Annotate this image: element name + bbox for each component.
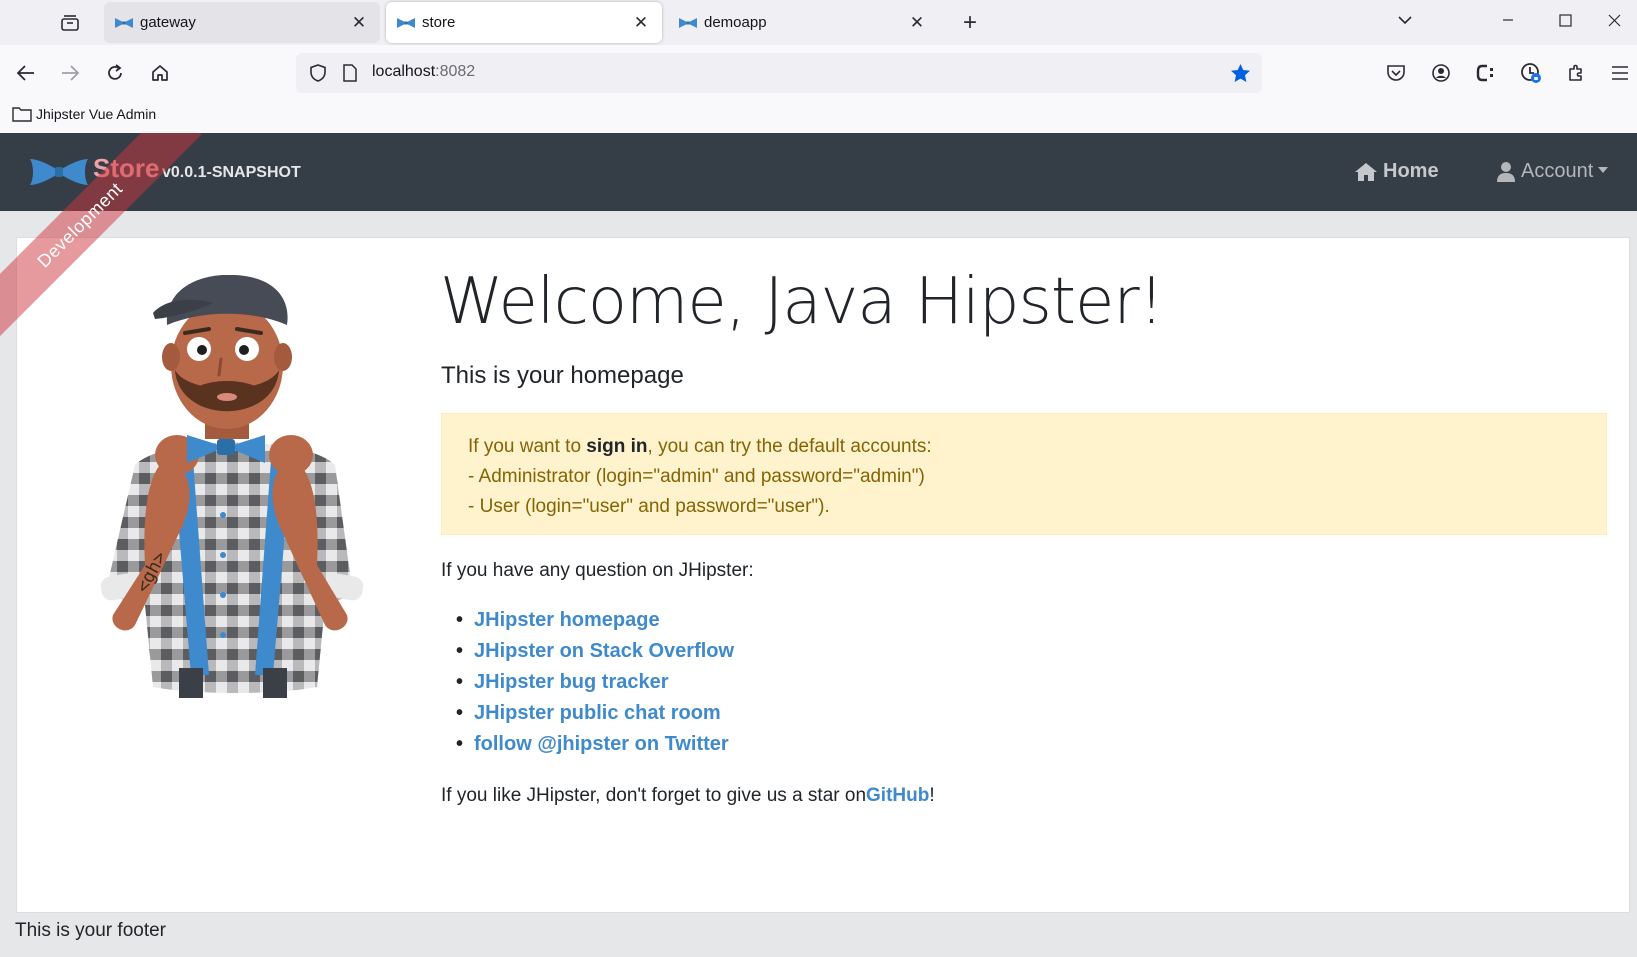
bookmarks-toolbar: Jhipster Vue Admin [0, 101, 1637, 133]
caret-down-icon [1598, 166, 1609, 173]
c-extension-icon [1476, 64, 1493, 82]
close-icon [1608, 14, 1620, 26]
page-footer: This is your footer [15, 920, 166, 941]
nav-home-label: Home [1383, 160, 1439, 182]
list-item: JHipster on Stack Overflow [474, 636, 734, 667]
url-host: localhost [372, 63, 436, 80]
account-circle-icon [1432, 64, 1450, 82]
alert-line-3: - User (login="user" and password="user"… [468, 496, 830, 517]
tab-title: store [422, 14, 456, 31]
url-bar[interactable]: localhost:8082 [296, 53, 1262, 93]
jhipster-logo[interactable] [28, 155, 90, 189]
close-window-button[interactable] [1591, 0, 1637, 40]
close-tab-icon[interactable]: ✕ [906, 12, 928, 34]
question-text: If you have any question on JHipster: [441, 560, 754, 581]
url-text: localhost:8082 [372, 63, 475, 81]
bug-tracker-link[interactable]: JHipster bug tracker [474, 671, 669, 694]
page-icon [343, 64, 357, 82]
nav-account-dropdown[interactable]: Account [1497, 160, 1609, 183]
star-pre: If you like JHipster, don't forget to gi… [441, 785, 867, 806]
list-item: follow @jhipster on Twitter [474, 729, 734, 760]
jhipster-bowtie-icon [115, 17, 133, 28]
plus-icon: + [962, 9, 977, 36]
pocket-button[interactable] [1380, 57, 1412, 89]
brand-title[interactable]: Store [93, 153, 159, 184]
tab-list-button[interactable] [52, 8, 88, 38]
pocket-icon [1387, 65, 1405, 81]
star-post: ! [929, 785, 935, 806]
jhipster-homepage-link[interactable]: JHipster homepage [474, 609, 660, 632]
home-icon [1355, 162, 1377, 181]
reload-button[interactable] [99, 57, 131, 89]
default-accounts-alert: If you want to sign in, you can try the … [441, 413, 1607, 535]
twitter-link[interactable]: follow @jhipster on Twitter [474, 733, 729, 756]
new-tab-button[interactable]: + [955, 8, 985, 38]
url-port: :8082 [435, 63, 476, 80]
chevron-down-icon [1398, 16, 1412, 25]
reload-icon [108, 64, 122, 80]
jhipster-bowtie-icon [397, 17, 415, 28]
page-title: Welcome, Java Hipster! [440, 265, 1164, 339]
tab-title: demoapp [704, 14, 767, 31]
arrow-left-icon [16, 65, 34, 81]
alert-pre: If you want to [468, 436, 587, 457]
tab-title: gateway [140, 14, 196, 31]
bookmark-folder[interactable]: Jhipster Vue Admin [12, 106, 156, 122]
browser-tab-bar: gateway ✕ store ✕ demoapp ✕ + [0, 0, 1637, 45]
browser-toolbar: localhost:8082 [0, 45, 1637, 101]
tab-store[interactable]: store ✕ [386, 2, 662, 43]
hamburger-icon [1612, 66, 1628, 80]
puzzle-icon [1569, 64, 1582, 81]
home-button[interactable] [144, 57, 176, 89]
nav-home-link[interactable]: Home [1354, 160, 1439, 183]
github-link[interactable]: GitHub [866, 785, 929, 806]
maximize-icon [1558, 13, 1572, 27]
home-icon [152, 65, 168, 81]
menu-button[interactable] [1604, 57, 1636, 89]
stack-overflow-link[interactable]: JHipster on Stack Overflow [474, 640, 734, 663]
vpn-extension-icon [1521, 63, 1541, 83]
alert-post: , you can try the default accounts: [647, 436, 932, 457]
chat-room-link[interactable]: JHipster public chat room [474, 702, 721, 725]
close-tab-icon[interactable]: ✕ [348, 12, 370, 34]
alert-line-2: - Administrator (login="admin" and passw… [468, 466, 925, 487]
list-item: JHipster public chat room [474, 698, 734, 729]
app-navbar: Store v0.0.1-SNAPSHOT Home Account [0, 133, 1637, 211]
sign-in-text: sign in [586, 436, 648, 457]
extension-vpn-button[interactable] [1515, 57, 1547, 89]
user-icon [1497, 161, 1515, 182]
bookmark-star-icon[interactable] [1230, 63, 1251, 83]
folder-icon [12, 107, 32, 122]
list-item: JHipster bug tracker [474, 667, 734, 698]
bookmark-label: Jhipster Vue Admin [36, 106, 157, 122]
back-button[interactable] [10, 57, 42, 89]
extensions-button[interactable] [1560, 57, 1592, 89]
jhipster-links-list: JHipster homepage JHipster on Stack Over… [474, 605, 734, 760]
alert-line-1: If you want to sign in, you can try the … [468, 432, 1580, 462]
forward-button[interactable] [54, 57, 86, 89]
minimize-icon [1503, 19, 1513, 21]
brand-version: v0.0.1-SNAPSHOT [162, 164, 301, 181]
jhipster-bowtie-icon [679, 17, 697, 28]
nav-account-label: Account [1521, 160, 1594, 182]
tab-list-icon [61, 15, 79, 31]
account-button[interactable] [1425, 57, 1457, 89]
github-star-text: If you like JHipster, don't forget to gi… [441, 785, 935, 807]
list-all-tabs-button[interactable] [1382, 0, 1428, 40]
tab-gateway[interactable]: gateway ✕ [104, 2, 380, 43]
hipster-illustration: <gh> [100, 275, 364, 698]
maximize-button[interactable] [1542, 0, 1588, 40]
shield-icon [310, 64, 326, 82]
tab-demoapp[interactable]: demoapp ✕ [668, 2, 938, 43]
arrow-right-icon [62, 65, 80, 81]
minimize-button[interactable] [1485, 0, 1531, 40]
extension-c-button[interactable] [1470, 57, 1502, 89]
page-subtitle: This is your homepage [441, 362, 684, 389]
list-item: JHipster homepage [474, 605, 734, 636]
close-tab-icon[interactable]: ✕ [630, 12, 652, 34]
